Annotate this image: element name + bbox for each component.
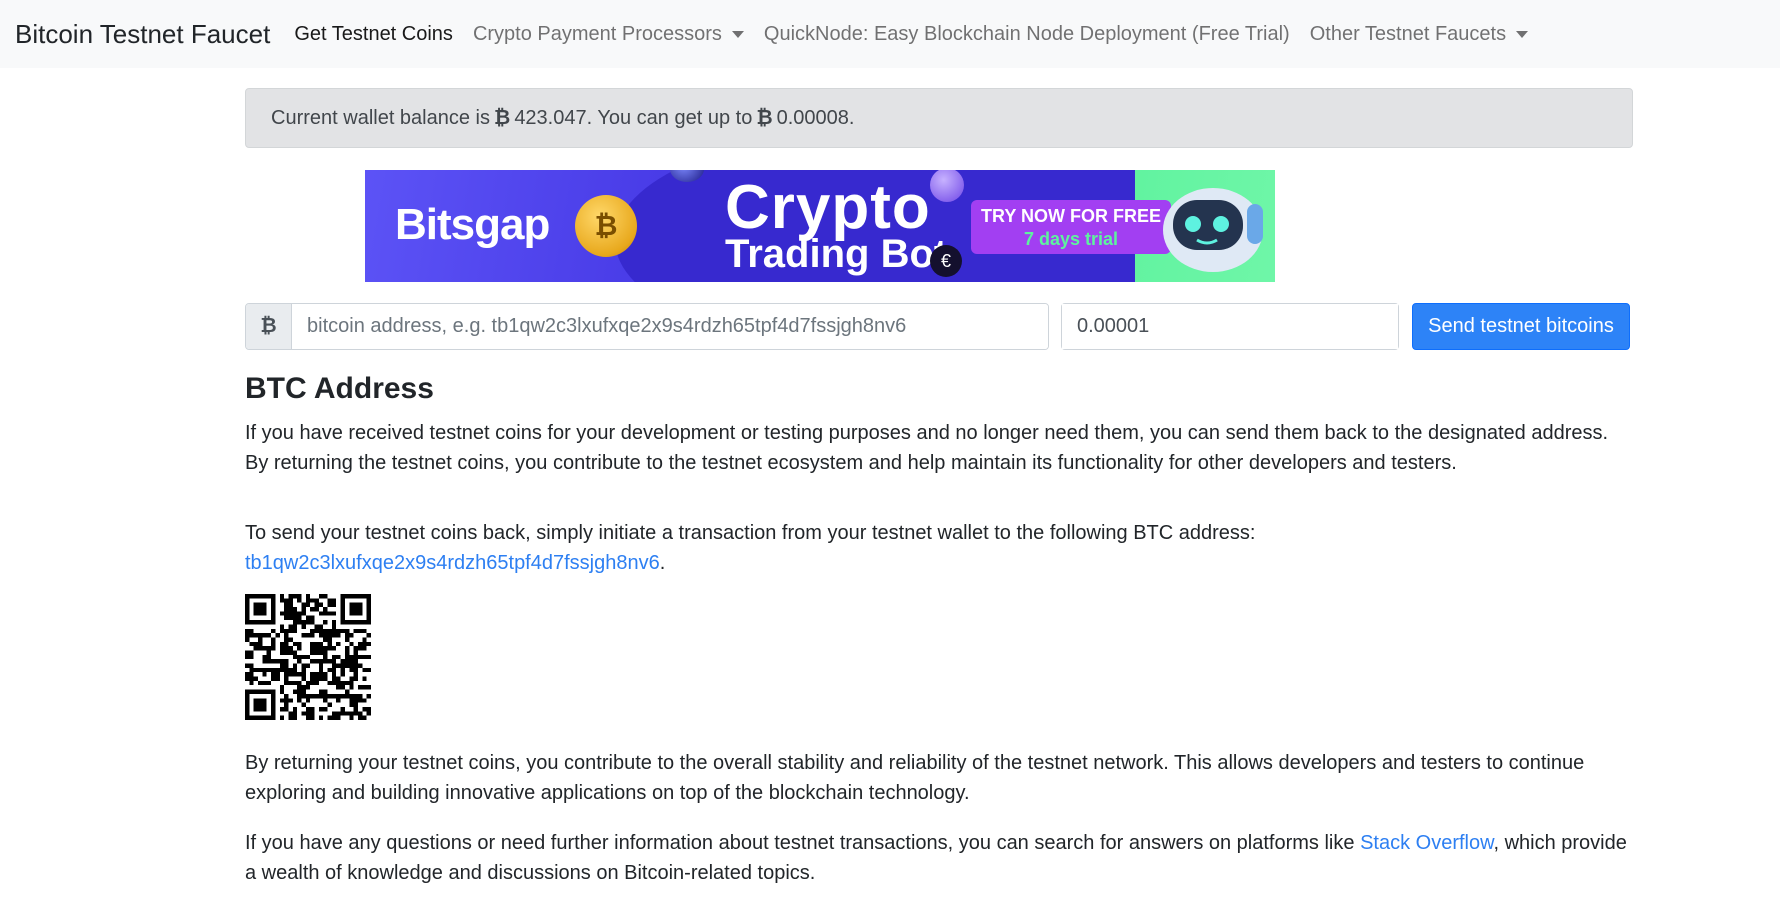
paragraph-send-back: To send your testnet coins back, simply … [245, 518, 1633, 578]
bitcoin-icon: ₿ [756, 106, 773, 129]
paragraph-stability: By returning your testnet coins, you con… [245, 752, 1585, 804]
alert-balance: 423.047. You can get up to [514, 106, 753, 129]
caret-down-icon [1516, 30, 1529, 38]
paragraph-return-coins: If you have received testnet coins for y… [245, 422, 1609, 474]
nav-dropdown-other-testnet-faucets[interactable]: Other Testnet Faucets [1300, 23, 1538, 46]
bitcoin-coin-icon: ₿ [575, 195, 637, 257]
bitcoin-address-input[interactable] [292, 304, 1048, 349]
caret-down-icon [731, 30, 744, 38]
qr-code-image [245, 594, 371, 720]
nav-link-label: Other Testnet Faucets [1309, 22, 1507, 45]
stack-overflow-link[interactable]: Stack Overflow [1360, 832, 1493, 854]
main-container: Current wallet balance is ₿ 423.047. You… [245, 88, 1633, 884]
nav-dropdown-crypto-payment-processors[interactable]: Crypto Payment Processors [463, 23, 754, 46]
section-heading: BTC Address [245, 372, 434, 405]
bitcoin-icon: ₿ [494, 106, 511, 129]
send-form: ₿ Send testnet bitcoins [245, 303, 1633, 350]
navbar-brand[interactable]: Bitcoin Testnet Faucet [15, 19, 270, 50]
banner-cta-line1: TRY NOW FOR FREE [981, 206, 1161, 226]
robot-mascot-icon [1163, 188, 1263, 272]
banner-cta[interactable]: TRY NOW FOR FREE 7 days trial [971, 200, 1171, 254]
paragraph-text: To send your testnet coins back, simply … [245, 522, 1256, 544]
nav-link-label: Crypto Payment Processors [472, 22, 722, 45]
banner-brand: Bitsgap [395, 200, 550, 249]
amount-input[interactable] [1062, 304, 1398, 349]
address-input-group: ₿ [245, 303, 1049, 350]
alert-prefix: Current wallet balance is [271, 106, 490, 129]
send-testnet-bitcoins-button[interactable]: Send testnet bitcoins [1412, 303, 1630, 350]
alert-max-amount: 0.00008. [776, 106, 855, 129]
bitsgap-banner-ad[interactable]: Bitsgap ₿ Crypto Trading Bot € TRY NOW F… [365, 170, 1275, 282]
amount-field-wrapper [1061, 303, 1399, 350]
nav-link-get-testnet-coins[interactable]: Get Testnet Coins [284, 23, 463, 46]
banner-subheadline: Trading Bot [725, 232, 948, 276]
paragraph-text: If you have any questions or need furthe… [245, 832, 1355, 854]
nav-link-label: QuickNode: Easy Blockchain Node Deployme… [763, 22, 1290, 45]
nav-link-label: Get Testnet Coins [294, 22, 453, 45]
return-address-link[interactable]: tb1qw2c3lxufxqe2x9s4rdzh65tpf4d7fssjgh8n… [245, 552, 660, 574]
btc-address-section: BTC Address If you have received testnet… [245, 366, 1633, 888]
paragraph-questions: If you have any questions or need furthe… [245, 828, 1633, 888]
wallet-balance-alert: Current wallet balance is ₿ 423.047. You… [245, 88, 1633, 148]
banner-cta-line2: 7 days trial [1023, 229, 1119, 249]
paragraph-period: . [659, 552, 666, 574]
nav-link-quicknode[interactable]: QuickNode: Easy Blockchain Node Deployme… [754, 23, 1300, 46]
bitcoin-icon: ₿ [246, 304, 292, 349]
euro-coin-icon: € [930, 245, 962, 277]
navbar: Bitcoin Testnet Faucet Get Testnet Coins… [0, 0, 1780, 68]
